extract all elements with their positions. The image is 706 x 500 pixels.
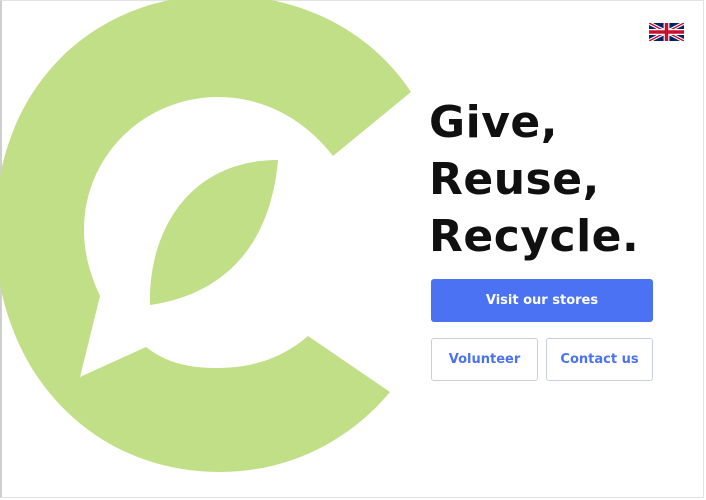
headline-line-1: Give, bbox=[429, 97, 558, 148]
contact-us-label: Contact us bbox=[560, 352, 639, 367]
hero-headline: Give, Reuse, Recycle. bbox=[429, 94, 639, 265]
contact-us-button[interactable]: Contact us bbox=[546, 338, 653, 381]
headline-line-3: Recycle. bbox=[429, 211, 640, 262]
leaf-c-logo-icon bbox=[0, 0, 411, 472]
uk-flag-icon[interactable] bbox=[649, 23, 684, 41]
visit-stores-label: Visit our stores bbox=[485, 293, 599, 308]
headline-line-2: Reuse, bbox=[429, 154, 600, 205]
volunteer-label: Volunteer bbox=[448, 352, 521, 367]
volunteer-button[interactable]: Volunteer bbox=[431, 338, 538, 381]
visit-stores-button[interactable]: Visit our stores bbox=[431, 279, 653, 322]
